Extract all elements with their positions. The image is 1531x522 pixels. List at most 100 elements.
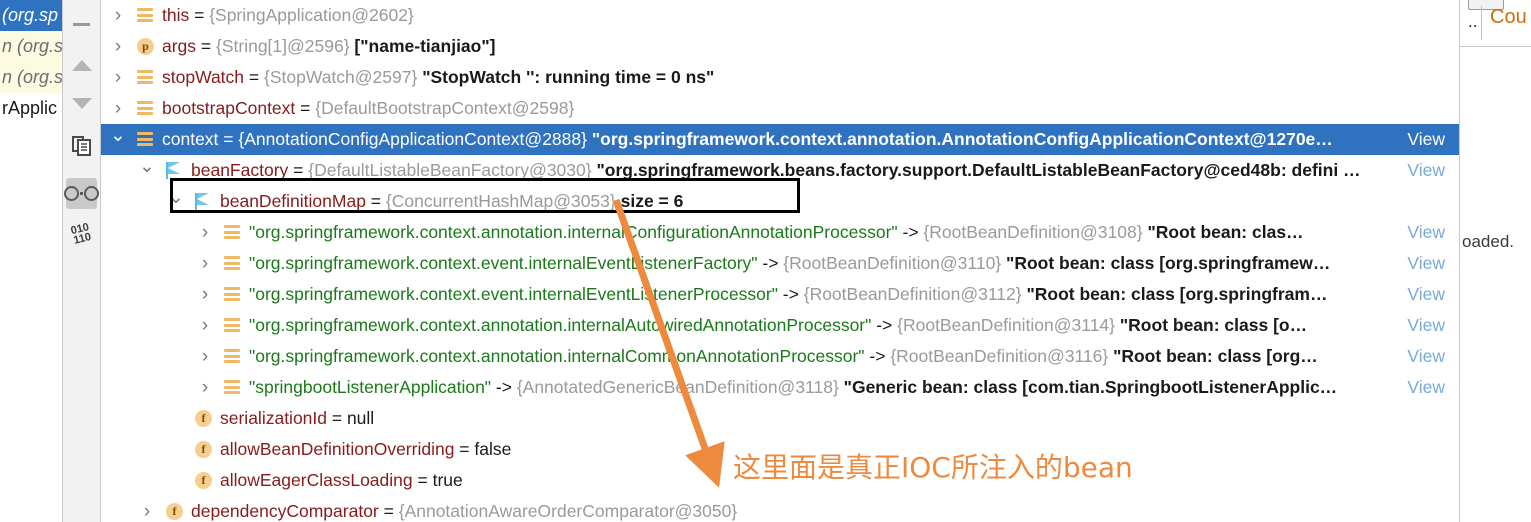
chevron-right-icon[interactable] bbox=[109, 0, 127, 31]
variable-row[interactable]: bootstrapContext = {DefaultBootstrapCont… bbox=[101, 93, 1531, 124]
frame-row[interactable]: rApplic bbox=[0, 93, 62, 124]
value-type: {SpringApplication@2602} bbox=[209, 5, 414, 25]
scroll-down-button[interactable] bbox=[66, 88, 97, 119]
map-key-string: "springbootListenerApplication" bbox=[249, 377, 492, 397]
right-side-panel[interactable]: .. Cou oaded. bbox=[1459, 0, 1531, 522]
copy-button[interactable] bbox=[66, 130, 97, 161]
variable-row[interactable]: "org.springframework.context.event.inter… bbox=[101, 279, 1531, 310]
variable-row[interactable]: stopWatch = {StopWatch@2597} "StopWatch … bbox=[101, 62, 1531, 93]
list-icon bbox=[224, 287, 240, 303]
watches-button[interactable] bbox=[64, 178, 99, 209]
equals-sign: = bbox=[327, 408, 347, 428]
chevron-right-icon[interactable] bbox=[196, 248, 214, 279]
value-type: {AnnotationConfigApplicationContext@2888… bbox=[238, 129, 592, 149]
frame-row[interactable]: (org.sp bbox=[0, 0, 62, 31]
map-key-string: "org.springframework.context.event.inter… bbox=[249, 253, 758, 273]
chevron-right-icon[interactable] bbox=[196, 310, 214, 341]
chevron-right-icon[interactable] bbox=[109, 62, 127, 93]
chevron-right-icon[interactable] bbox=[196, 217, 214, 248]
list-icon bbox=[224, 225, 240, 241]
view-link[interactable]: View bbox=[1407, 248, 1445, 279]
view-link[interactable]: View bbox=[1407, 155, 1445, 186]
right-tab-strip[interactable]: .. Cou bbox=[1460, 0, 1531, 47]
chevron-right-icon[interactable] bbox=[196, 279, 214, 310]
variable-row-text: context = {AnnotationConfigApplicationCo… bbox=[162, 124, 1333, 155]
variable-name: allowBeanDefinitionOverriding bbox=[220, 439, 455, 459]
debugger-toolbar[interactable]: 010 110 bbox=[63, 0, 101, 522]
value-type: {RootBeanDefinition@3114} bbox=[897, 315, 1120, 335]
view-link[interactable]: View bbox=[1407, 372, 1445, 403]
value-text: "org.springframework.context.annotation.… bbox=[591, 129, 1333, 149]
minus-icon bbox=[73, 23, 90, 26]
chevron-down-icon[interactable] bbox=[109, 124, 127, 155]
value-text: "Root bean: class [org… bbox=[1113, 346, 1318, 366]
view-link[interactable]: View bbox=[1407, 217, 1445, 248]
value-type: {RootBeanDefinition@3110} bbox=[783, 253, 1007, 273]
value-text: size = 6 bbox=[620, 191, 684, 211]
equals-sign: = bbox=[196, 36, 216, 56]
chevron-down-icon[interactable] bbox=[167, 186, 185, 217]
frame-row[interactable]: n (org.s bbox=[0, 62, 62, 93]
variable-row-text: serializationId = null bbox=[220, 403, 374, 434]
value-text: "Root bean: class [o… bbox=[1119, 315, 1308, 335]
variable-row-text: allowEagerClassLoading = true bbox=[220, 465, 463, 496]
variable-row[interactable]: beanFactory = {DefaultListableBeanFactor… bbox=[101, 155, 1531, 186]
view-link[interactable]: View bbox=[1407, 341, 1445, 372]
tab-label[interactable]: Cou bbox=[1490, 6, 1527, 29]
map-arrow: -> bbox=[757, 253, 784, 273]
circle-f-icon: f bbox=[166, 503, 183, 520]
chevron-right-icon[interactable] bbox=[196, 372, 214, 403]
value-type: {String[1]@2596} bbox=[216, 36, 355, 56]
variable-row[interactable]: beanDefinitionMap = {ConcurrentHashMap@3… bbox=[101, 186, 1531, 217]
value-text: true bbox=[432, 470, 463, 490]
flag-icon bbox=[195, 193, 211, 210]
variable-row[interactable]: f dependencyComparator = {AnnotationAware… bbox=[101, 496, 1531, 522]
equals-sign: = bbox=[189, 5, 210, 25]
map-key-string: "org.springframework.context.annotation.… bbox=[249, 346, 865, 366]
variable-row-text: args = {String[1]@2596} ["name-tianjiao"… bbox=[162, 31, 495, 62]
chevron-right-icon[interactable] bbox=[109, 93, 127, 124]
chevron-right-icon[interactable] bbox=[109, 31, 127, 62]
binary-view-button[interactable]: 010 110 bbox=[66, 218, 97, 249]
debugger-screenshot: (org.sp n (org.s n (org.s rApplic 010 11… bbox=[0, 0, 1531, 522]
circle-f-icon: f bbox=[195, 472, 212, 489]
view-link[interactable]: View bbox=[1407, 279, 1445, 310]
variable-row[interactable]: "org.springframework.context.annotation.… bbox=[101, 217, 1531, 248]
variable-row[interactable]: this = {SpringApplication@2602} bbox=[101, 0, 1531, 31]
variables-tree[interactable]: this = {SpringApplication@2602} pargs = … bbox=[101, 0, 1531, 522]
frames-list[interactable]: (org.sp n (org.s n (org.s rApplic bbox=[0, 0, 62, 124]
variables-rows[interactable]: this = {SpringApplication@2602} pargs = … bbox=[101, 0, 1531, 522]
variable-row[interactable]: "org.springframework.context.annotation.… bbox=[101, 341, 1531, 372]
variable-row[interactable]: "springbootListenerApplication" -> {Anno… bbox=[101, 372, 1531, 403]
list-icon bbox=[224, 256, 240, 272]
value-text: null bbox=[346, 408, 375, 428]
map-arrow: -> bbox=[897, 222, 924, 242]
list-icon bbox=[137, 101, 153, 117]
variable-row-text: "org.springframework.context.event.inter… bbox=[249, 279, 1327, 310]
circle-f-icon: f bbox=[195, 410, 212, 427]
scroll-up-button[interactable] bbox=[66, 50, 97, 81]
value-text: "Generic bean: class [com.tian.Springboo… bbox=[843, 377, 1338, 397]
value-type: {RootBeanDefinition@3112} bbox=[803, 284, 1027, 304]
variable-row[interactable]: "org.springframework.context.annotation.… bbox=[101, 310, 1531, 341]
variable-row[interactable]: "org.springframework.context.event.inter… bbox=[101, 248, 1531, 279]
equals-sign: = bbox=[378, 501, 399, 521]
chevron-down-icon[interactable] bbox=[138, 155, 156, 186]
variable-name: stopWatch bbox=[162, 67, 245, 87]
value-text: "StopWatch '': running time = 0 ns" bbox=[422, 67, 715, 87]
collapse-all-button[interactable] bbox=[66, 9, 97, 40]
circle-f-icon: f bbox=[195, 441, 212, 458]
variable-row[interactable]: f serializationId = null bbox=[101, 403, 1531, 434]
console-status-text: oaded. bbox=[1462, 232, 1514, 251]
variable-row[interactable]: context = {AnnotationConfigApplicationCo… bbox=[101, 124, 1531, 155]
chevron-right-icon[interactable] bbox=[196, 341, 214, 372]
variable-row-text: beanDefinitionMap = {ConcurrentHashMap@3… bbox=[220, 186, 683, 217]
view-link[interactable]: View bbox=[1407, 124, 1445, 155]
frame-row[interactable]: n (org.s bbox=[0, 31, 62, 62]
value-text: ["name-tianjiao"] bbox=[354, 36, 496, 56]
variable-row[interactable]: pargs = {String[1]@2596} ["name-tianjiao… bbox=[101, 31, 1531, 62]
chevron-right-icon[interactable] bbox=[138, 496, 156, 522]
value-type: {AnnotatedGenericBeanDefinition@3118} bbox=[516, 377, 844, 397]
view-link[interactable]: View bbox=[1407, 310, 1445, 341]
frames-panel[interactable]: (org.sp n (org.s n (org.s rApplic bbox=[0, 0, 63, 522]
